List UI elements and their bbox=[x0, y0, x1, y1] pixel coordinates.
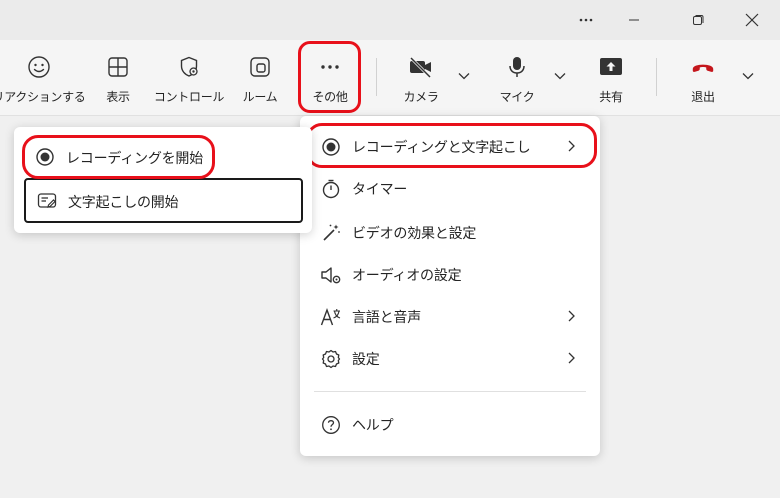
menu-item-label: タイマー bbox=[352, 182, 408, 198]
chevron-right-icon bbox=[568, 140, 575, 152]
timer-icon bbox=[320, 178, 342, 200]
menu-item-settings[interactable]: 設定 bbox=[300, 338, 600, 378]
recording-submenu: レコーディングを開始 文字起こしの開始 bbox=[14, 127, 312, 233]
restore-icon[interactable] bbox=[676, 4, 720, 36]
menu-item-timer[interactable]: タイマー bbox=[300, 168, 600, 208]
more-options-icon[interactable] bbox=[564, 4, 608, 36]
grid-icon bbox=[105, 54, 131, 80]
speaker-settings-icon bbox=[320, 264, 342, 286]
leave-label: 退出 bbox=[691, 90, 715, 104]
menu-item-label: ビデオの効果と設定 bbox=[352, 226, 477, 242]
magic-wand-icon bbox=[320, 222, 342, 244]
menu-item-label: 設定 bbox=[352, 352, 380, 368]
share-screen-icon bbox=[598, 54, 624, 80]
microphone-icon bbox=[504, 54, 530, 80]
reactions-button[interactable]: リアクションする bbox=[0, 40, 86, 116]
start-recording-label: レコーディングを開始 bbox=[66, 151, 204, 167]
close-icon[interactable] bbox=[730, 4, 774, 36]
toolbar-divider bbox=[376, 58, 377, 96]
mic-options-chevron-icon[interactable] bbox=[552, 68, 568, 84]
camera-button[interactable]: カメラ bbox=[396, 40, 446, 116]
mic-label: マイク bbox=[499, 90, 535, 104]
gear-icon bbox=[320, 348, 342, 370]
menu-item-label: レコーディングと文字起こし bbox=[352, 140, 531, 156]
more-menu: レコーディングと文字起こし タイマー ビデオの効果と設定 オーディオの設定 言語… bbox=[300, 116, 600, 456]
menu-item-audio-settings[interactable]: オーディオの設定 bbox=[300, 254, 600, 294]
menu-item-label: 言語と音声 bbox=[352, 310, 421, 326]
camera-options-chevron-icon[interactable] bbox=[456, 68, 472, 84]
mic-button[interactable]: マイク bbox=[492, 40, 542, 116]
controls-label: コントロール bbox=[153, 90, 225, 104]
camera-off-icon bbox=[408, 54, 434, 80]
leave-button[interactable]: 退出 bbox=[680, 40, 726, 116]
share-label: 共有 bbox=[599, 90, 623, 104]
share-button[interactable]: 共有 bbox=[588, 40, 634, 116]
record-icon bbox=[320, 136, 342, 158]
menu-divider bbox=[314, 391, 586, 392]
meeting-toolbar: リアクションする 表示 コントロール ルーム その他 カメラ マイク 共有 退出 bbox=[0, 40, 780, 116]
controls-button[interactable]: コントロール bbox=[154, 40, 224, 116]
camera-label: カメラ bbox=[403, 90, 439, 104]
shield-gear-icon bbox=[176, 54, 202, 80]
transcript-icon bbox=[36, 190, 58, 212]
ellipsis-icon bbox=[317, 54, 343, 80]
view-button[interactable]: 表示 bbox=[94, 40, 142, 116]
rooms-icon bbox=[247, 54, 273, 80]
record-icon bbox=[34, 146, 56, 168]
start-transcription-label: 文字起こしの開始 bbox=[68, 195, 179, 211]
start-recording-item[interactable]: レコーディングを開始 bbox=[24, 137, 224, 177]
view-label: 表示 bbox=[106, 90, 130, 104]
chevron-right-icon bbox=[568, 352, 575, 364]
title-bar bbox=[0, 0, 780, 40]
menu-item-recording-transcription[interactable]: レコーディングと文字起こし bbox=[300, 126, 600, 166]
chevron-right-icon bbox=[568, 310, 575, 322]
reactions-label: リアクションする bbox=[0, 90, 86, 104]
smiley-icon bbox=[26, 54, 52, 80]
menu-item-help[interactable]: ヘルプ bbox=[300, 404, 600, 444]
menu-item-video-effects[interactable]: ビデオの効果と設定 bbox=[300, 212, 600, 252]
more-button[interactable]: その他 bbox=[302, 40, 358, 116]
menu-item-language-speech[interactable]: 言語と音声 bbox=[300, 296, 600, 336]
help-icon bbox=[320, 414, 342, 436]
rooms-button[interactable]: ルーム bbox=[234, 40, 286, 116]
menu-item-label: オーディオの設定 bbox=[352, 268, 462, 284]
start-transcription-item[interactable]: 文字起こしの開始 bbox=[24, 178, 303, 223]
toolbar-divider bbox=[656, 58, 657, 96]
rooms-label: ルーム bbox=[242, 90, 278, 104]
hang-up-icon bbox=[690, 54, 716, 80]
minimize-icon[interactable] bbox=[612, 4, 656, 36]
more-label: その他 bbox=[312, 90, 348, 104]
menu-item-label: ヘルプ bbox=[352, 418, 394, 434]
leave-options-chevron-icon[interactable] bbox=[740, 68, 756, 84]
language-icon bbox=[320, 306, 342, 328]
